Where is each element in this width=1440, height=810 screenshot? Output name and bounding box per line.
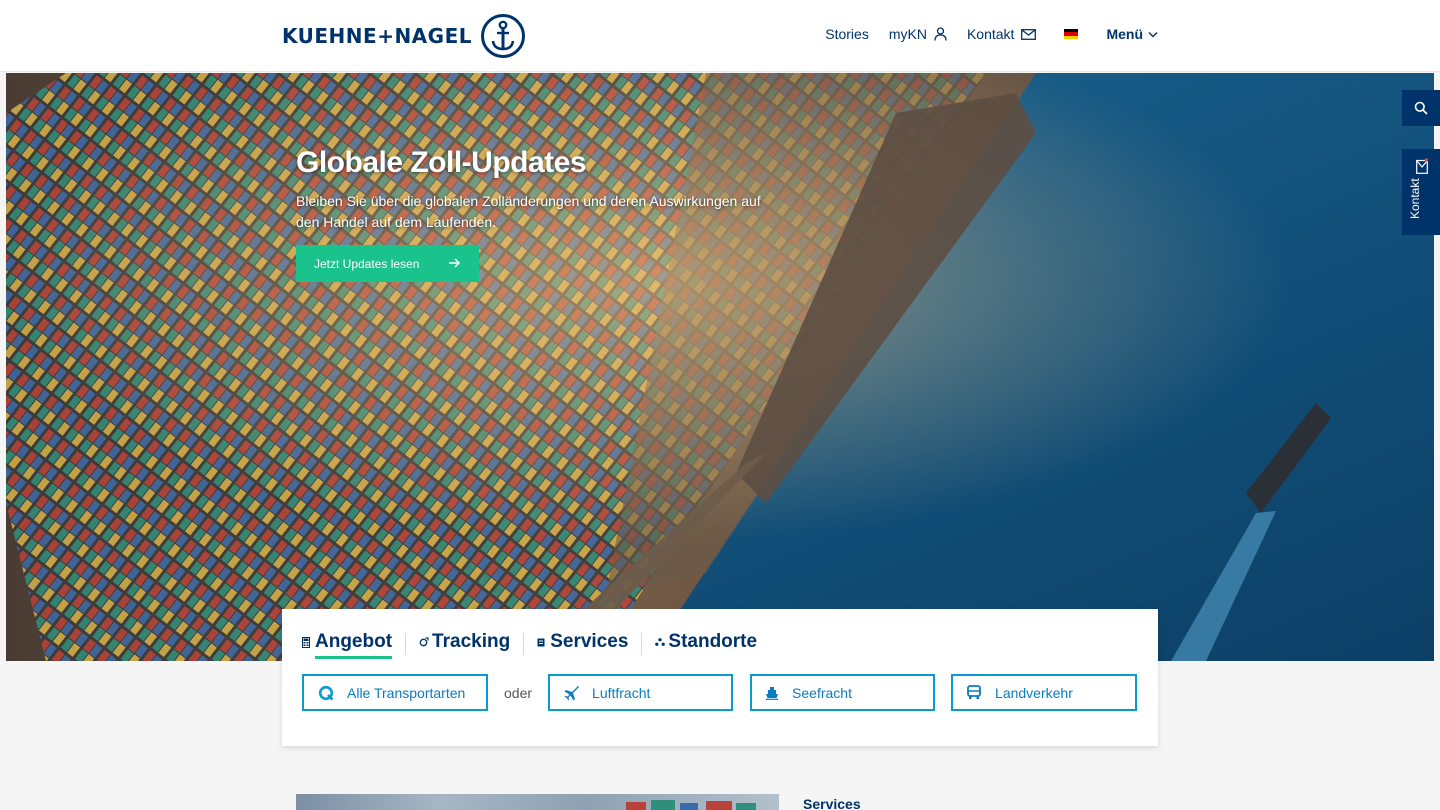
main-nav: Stories myKN Kontakt Menü <box>805 26 1158 42</box>
truck-icon <box>967 685 981 699</box>
services-teaser-label: Services <box>803 796 861 810</box>
tab-tracking-label: Tracking <box>432 631 511 652</box>
air-freight-label: Luftfracht <box>592 684 651 701</box>
all-transport-button[interactable]: Alle Transportarten <box>302 674 488 711</box>
airplane-icon <box>564 685 580 700</box>
hero-subtitle: Bleiben Sie über die globalen Zolländeru… <box>296 193 761 230</box>
tab-divider <box>405 633 407 655</box>
site-header: KUEHNE+NAGEL Stories myKN Kontakt Menü <box>0 0 1440 72</box>
q-logo-icon <box>318 685 334 700</box>
services-icon <box>537 636 547 648</box>
air-freight-button[interactable]: Luftfracht <box>548 674 734 711</box>
panel-tabs: Angebot Tracking Services Standorte <box>302 631 757 659</box>
land-transport-button[interactable]: Landverkehr <box>951 674 1138 711</box>
brand-name: KUEHNE+NAGEL <box>282 24 472 48</box>
side-contact-button[interactable]: Kontakt <box>1402 149 1440 235</box>
nav-stories[interactable]: Stories <box>825 26 869 42</box>
arrow-right-icon <box>449 258 461 268</box>
sea-freight-label: Seefracht <box>792 684 852 701</box>
user-icon <box>934 27 947 41</box>
side-contact-label: Kontakt <box>1408 178 1422 219</box>
land-transport-label: Landverkehr <box>995 684 1073 701</box>
nav-kontakt[interactable]: Kontakt <box>966 26 1037 42</box>
side-search-button[interactable] <box>1402 90 1440 126</box>
tab-divider <box>641 633 643 655</box>
tab-angebot-label: Angebot <box>315 631 393 652</box>
ship-icon <box>766 686 779 700</box>
hero-banner: Globale Zoll-Updates Bleiben Sie über di… <box>6 73 1434 661</box>
anchor-logo-icon <box>480 14 525 58</box>
services-teaser-image[interactable] <box>296 794 779 810</box>
mail-icon <box>1416 158 1428 174</box>
tab-standorte-label: Standorte <box>668 631 758 652</box>
read-updates-button-label: Jetzt Updates lesen <box>314 256 420 271</box>
tab-services-label: Services <box>550 631 629 652</box>
sea-freight-button[interactable]: Seefracht <box>750 674 936 711</box>
port-aerial-image <box>6 73 1434 661</box>
read-updates-button[interactable]: Jetzt Updates lesen <box>296 245 479 282</box>
mail-icon <box>1021 28 1037 40</box>
hero-title: Globale Zoll-Updates <box>296 146 587 179</box>
search-icon <box>1414 101 1428 115</box>
nav-mykn[interactable]: myKN <box>889 26 947 42</box>
tab-angebot[interactable]: Angebot <box>302 631 393 659</box>
locations-icon <box>655 636 666 648</box>
nav-stories-label: Stories <box>825 26 869 42</box>
calculator-icon <box>302 636 312 648</box>
port-thumbnail-image <box>626 800 756 810</box>
chevron-down-icon <box>1148 31 1158 37</box>
transport-mode-row: Alle Transportarten oder Luftfracht Seef… <box>302 674 1138 711</box>
tab-tracking[interactable]: Tracking <box>419 631 510 657</box>
tab-services[interactable]: Services <box>537 631 628 657</box>
tab-divider <box>523 633 525 655</box>
all-transport-label: Alle Transportarten <box>347 684 466 701</box>
quick-actions-panel: Angebot Tracking Services Standorte Alle… <box>282 609 1158 746</box>
flag-germany-icon[interactable] <box>1064 29 1079 39</box>
nav-mykn-label: myKN <box>888 26 927 42</box>
tab-standorte[interactable]: Standorte <box>655 631 757 657</box>
nav-menu[interactable]: Menü <box>1106 26 1158 42</box>
nav-kontakt-label: Kontakt <box>966 26 1015 42</box>
or-label: oder <box>504 684 533 701</box>
brand-logo[interactable]: KUEHNE+NAGEL <box>282 13 526 59</box>
nav-menu-label: Menü <box>1106 26 1143 42</box>
tracking-icon <box>419 636 429 648</box>
